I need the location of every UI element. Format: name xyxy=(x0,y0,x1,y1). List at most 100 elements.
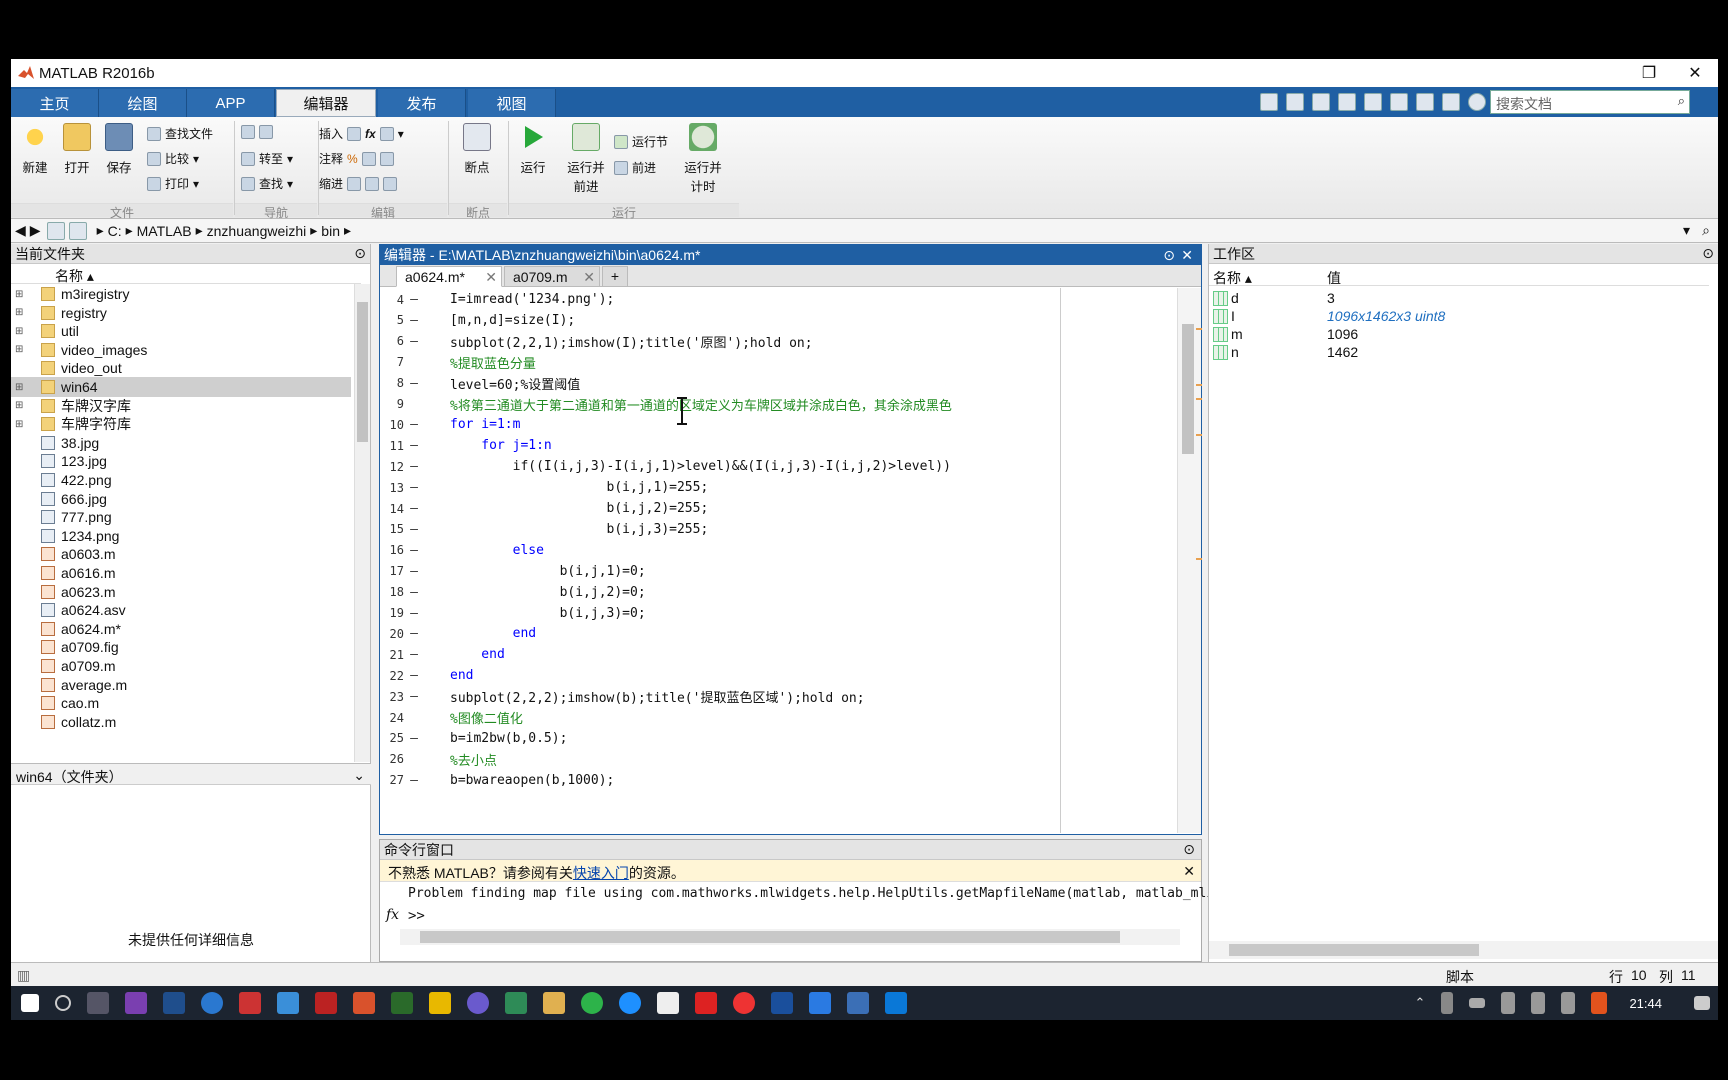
breakpoint-marker[interactable]: — xyxy=(404,668,424,683)
editor-scrollbar[interactable] xyxy=(1177,288,1202,833)
goto-button[interactable]: 转至 ▾ xyxy=(241,150,293,167)
close-button[interactable]: ✕ xyxy=(1672,59,1718,87)
find-files-button[interactable]: 查找文件 xyxy=(147,125,213,142)
tab-editor[interactable]: 编辑器 xyxy=(276,89,376,117)
line-number[interactable]: 21 xyxy=(380,648,404,662)
add-tab-button[interactable]: + xyxy=(602,266,628,287)
breakpoint-marker[interactable]: — xyxy=(404,501,424,516)
workspace-column-header[interactable]: 名称 ▴ 值 xyxy=(1209,266,1709,286)
code-line[interactable]: 19— b(i,j,3)=0; xyxy=(380,602,1178,625)
tab-publish[interactable]: 发布 xyxy=(378,89,466,117)
breakpoint-marker[interactable]: — xyxy=(404,773,424,788)
microphone-icon[interactable] xyxy=(1441,992,1454,1014)
app-icon[interactable] xyxy=(277,992,299,1014)
file-list-scrollbar[interactable] xyxy=(354,284,370,762)
breakpoint-marker[interactable]: — xyxy=(404,334,424,349)
code-line[interactable]: 15— b(i,j,3)=255; xyxy=(380,518,1178,541)
expand-icon[interactable]: ⊞ xyxy=(15,344,27,355)
column-value[interactable]: 值 xyxy=(1327,268,1341,288)
breadcrumb-project[interactable]: znzhuangweizhi xyxy=(207,223,307,239)
breakpoint-marker[interactable]: — xyxy=(404,731,424,746)
fx-icon[interactable]: fx xyxy=(386,907,399,923)
file-list-item[interactable]: video_out xyxy=(11,358,351,378)
line-number[interactable]: 19 xyxy=(380,606,404,620)
column-name[interactable]: 名称 ▴ xyxy=(55,266,94,286)
new-button[interactable]: 新建 xyxy=(15,123,55,176)
advance-button[interactable]: 前进 xyxy=(614,159,656,176)
network-icon[interactable] xyxy=(1501,992,1516,1014)
volume-icon[interactable] xyxy=(1531,992,1546,1014)
code-line[interactable]: 7 %提取蓝色分量 xyxy=(380,351,1178,374)
code-line[interactable]: 26 %去小点 xyxy=(380,748,1178,771)
open-button[interactable]: 打开 xyxy=(57,123,97,176)
file-list-item[interactable]: a0603.m xyxy=(11,544,351,564)
file-list-item[interactable]: 666.jpg xyxy=(11,489,351,509)
line-number[interactable]: 12 xyxy=(380,460,404,474)
find-button[interactable]: 查找 ▾ xyxy=(241,175,293,192)
app-icon[interactable] xyxy=(315,992,337,1014)
breakpoint-marker[interactable]: — xyxy=(404,480,424,495)
line-number[interactable]: 11 xyxy=(380,439,404,453)
file-list-item[interactable]: 38.jpg xyxy=(11,433,351,453)
code-line[interactable]: 25— b=im2bw(b,0.5); xyxy=(380,727,1178,750)
line-number[interactable]: 20 xyxy=(380,627,404,641)
search-icon[interactable] xyxy=(55,995,71,1011)
file-list-item[interactable]: a0616.m xyxy=(11,563,351,583)
workspace-variable[interactable]: n 1462 xyxy=(1209,342,1709,362)
file-list-item[interactable]: collatz.m xyxy=(11,712,351,732)
file-list-item[interactable]: ⊞ registry xyxy=(11,303,351,323)
photoshop-icon[interactable] xyxy=(163,992,185,1014)
breakpoint-marker[interactable]: — xyxy=(404,417,424,432)
matlab-taskbar-icon[interactable] xyxy=(353,992,375,1014)
warning-marker[interactable] xyxy=(1196,434,1202,436)
code-line[interactable]: 24 %图像二值化 xyxy=(380,706,1178,729)
code-line[interactable]: 18— b(i,j,2)=0; xyxy=(380,581,1178,604)
switch-windows-icon[interactable] xyxy=(1442,93,1460,111)
file-explorer-icon[interactable] xyxy=(543,992,565,1014)
edge-icon[interactable] xyxy=(885,992,907,1014)
code-line[interactable]: 4— I=imread('1234.png'); xyxy=(380,288,1178,311)
close-banner-icon[interactable]: ✕ xyxy=(1183,863,1195,880)
close-tab-icon[interactable]: ✕ xyxy=(583,269,595,286)
windows-start-icon[interactable] xyxy=(21,994,39,1012)
file-list-item[interactable]: a0709.m xyxy=(11,656,351,676)
expand-icon[interactable]: ⊞ xyxy=(15,419,27,430)
breakpoint-marker[interactable]: — xyxy=(404,585,424,600)
app-tray-icon[interactable] xyxy=(1591,992,1608,1014)
breakpoint-marker[interactable]: — xyxy=(404,606,424,621)
workspace-hscrollbar[interactable] xyxy=(1209,941,1718,959)
file-list-item[interactable]: cao.m xyxy=(11,693,351,713)
code-line[interactable]: 6— subplot(2,2,1);imshow(I);title('原图');h… xyxy=(380,330,1178,353)
scroll-thumb[interactable] xyxy=(1182,324,1194,454)
line-number[interactable]: 24 xyxy=(380,711,404,725)
code-line[interactable]: 21— end xyxy=(380,643,1178,666)
panel-menu-icon[interactable]: ⊙ xyxy=(1702,245,1714,262)
file-list-item[interactable]: 422.png xyxy=(11,470,351,490)
code-line[interactable]: 13— b(i,j,1)=255; xyxy=(380,476,1178,499)
tab-a0624[interactable]: a0624.m* ✕ xyxy=(396,266,502,287)
back-icon[interactable]: ◀ xyxy=(15,222,26,239)
breakpoint-marker[interactable]: — xyxy=(404,438,424,453)
address-dropdown-icon[interactable]: ▾ xyxy=(1683,222,1690,239)
code-line[interactable]: 14— b(i,j,2)=255; xyxy=(380,497,1178,520)
line-number[interactable]: 15 xyxy=(380,522,404,536)
expand-icon[interactable]: ⊞ xyxy=(15,382,27,393)
expand-icon[interactable]: ⊞ xyxy=(15,326,27,337)
layout-icon[interactable] xyxy=(1260,93,1278,111)
scroll-thumb[interactable] xyxy=(1229,944,1479,956)
command-prompt[interactable]: >> xyxy=(408,908,425,924)
line-number[interactable]: 25 xyxy=(380,731,404,745)
workspace-variable[interactable]: d3 xyxy=(1209,288,1709,308)
code-line[interactable]: 16— else xyxy=(380,539,1178,562)
warning-marker[interactable] xyxy=(1196,398,1202,400)
copy-icon[interactable] xyxy=(1338,93,1356,111)
breakpoints-button[interactable]: 断点 xyxy=(457,123,497,176)
warning-marker[interactable] xyxy=(1196,384,1202,386)
search-docs-input[interactable]: 搜索文档 ⌕ xyxy=(1490,90,1690,114)
expand-icon[interactable]: ⊞ xyxy=(15,400,27,411)
notification-icon[interactable] xyxy=(1694,996,1710,1010)
up-folder-icon[interactable] xyxy=(46,221,65,240)
code-line[interactable]: 9 %将第三通道大于第二通道和第一通道的区域定义为车牌区域并涂成白色，其余涂成黑色 xyxy=(380,393,1178,416)
tab-a0709[interactable]: a0709.m ✕ xyxy=(504,266,600,287)
file-list-item[interactable]: a0624.m* xyxy=(11,619,351,639)
